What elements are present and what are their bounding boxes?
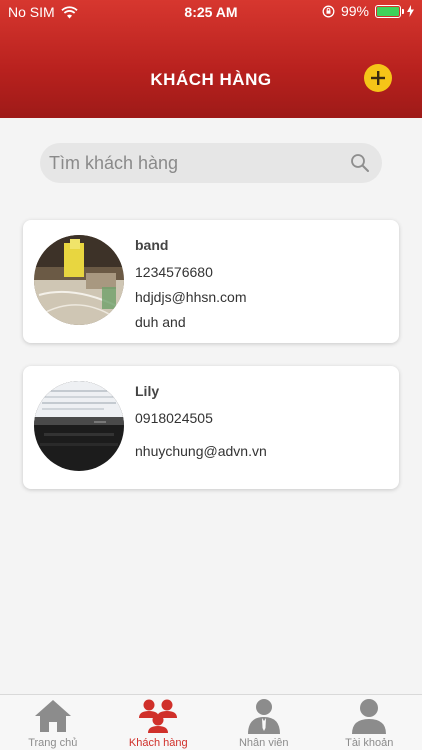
battery-fill [377, 6, 399, 16]
customer-name: Lily [135, 383, 160, 399]
customer-photo [34, 235, 124, 325]
status-right: 99% [322, 3, 414, 19]
battery-icon [375, 4, 404, 18]
tab-label: Tài khoản [345, 737, 394, 749]
avatar [34, 381, 124, 471]
tab-account[interactable]: Tài khoản [317, 695, 422, 750]
search-bar[interactable]: Tìm khách hàng [40, 143, 382, 183]
avatar [34, 235, 124, 325]
tab-label: Nhân viên [238, 737, 289, 749]
customer-email: hdjdjs@hhsn.com [135, 289, 247, 305]
customer-card[interactable]: Lily 0918024505 nhuychung@advn.vn [23, 366, 399, 489]
customer-phone: 1234576680 [135, 264, 213, 280]
customer-card[interactable]: band 1234576680 hdjdjs@hhsn.com duh and [23, 220, 399, 343]
customer-info: Lily 0918024505 nhuychung@advn.vn [135, 383, 267, 468]
customer-address: duh and [135, 314, 186, 330]
charging-bolt-icon [407, 5, 414, 17]
battery-percent: 99% [340, 3, 369, 19]
tab-employees[interactable]: Nhân viên [211, 695, 317, 750]
search-input[interactable]: Tìm khách hàng [49, 153, 350, 174]
customer-info: band 1234576680 hdjdjs@hhsn.com duh and [135, 237, 247, 339]
page-title: KHÁCH HÀNG [150, 70, 272, 89]
home-icon [34, 700, 71, 732]
account-icon [352, 699, 387, 734]
customers-icon [139, 699, 178, 733]
status-bar: No SIM 8:25 AM 99% [0, 0, 422, 26]
orientation-lock-icon [322, 5, 335, 17]
employee-icon [247, 699, 280, 734]
customer-photo [34, 381, 124, 471]
tab-label: Trang chủ [28, 737, 78, 749]
tab-home[interactable]: Trang chủ [0, 695, 106, 750]
customer-phone: 0918024505 [135, 410, 213, 426]
tab-customers[interactable]: Khách hàng [106, 695, 212, 750]
app-header: No SIM 8:25 AM 99% KHÁCH HÀNG [0, 0, 422, 118]
customer-name: band [135, 237, 169, 253]
search-icon[interactable] [350, 153, 370, 173]
tab-label: Khách hàng [128, 737, 188, 749]
bottom-tab-bar: Trang chủ Khách hàng Nhân viên Tài khoản [0, 694, 422, 750]
customer-email: nhuychung@advn.vn [135, 443, 267, 459]
add-customer-button[interactable] [364, 64, 392, 92]
plus-circle-icon [371, 71, 385, 85]
